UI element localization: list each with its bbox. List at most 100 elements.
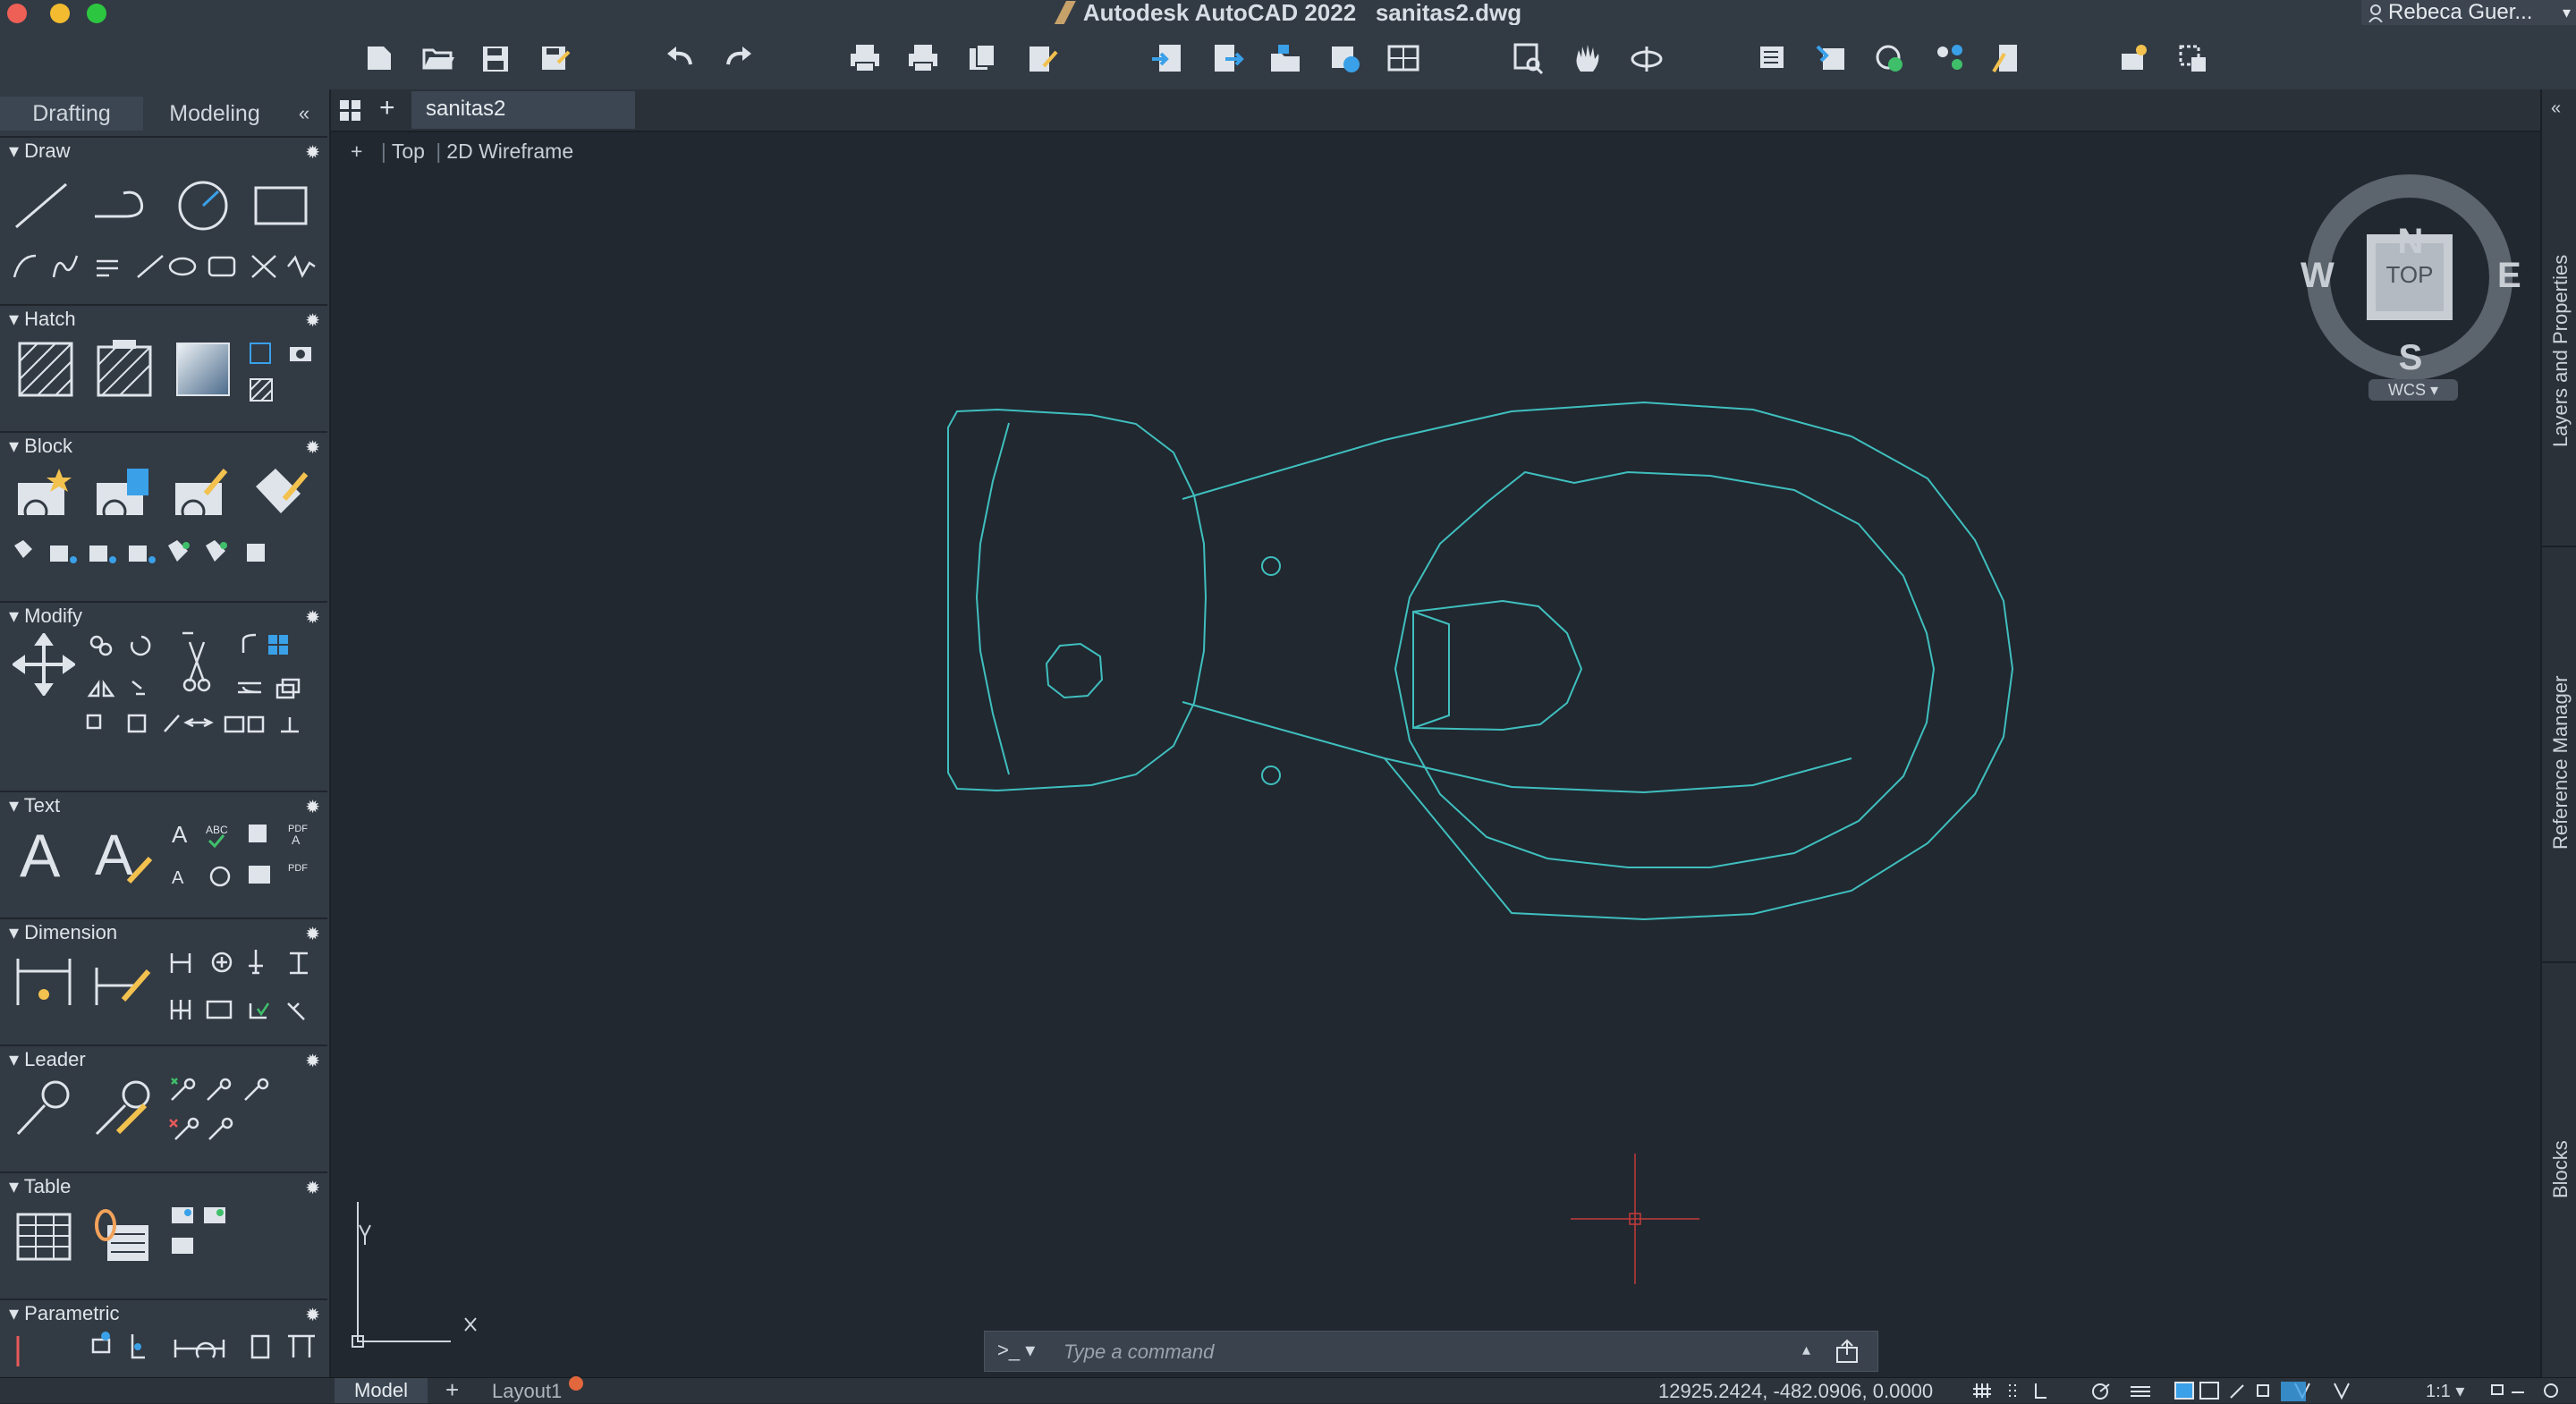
section-parametric-header[interactable]: ▾ Parametric bbox=[9, 1302, 120, 1325]
page-setup-icon[interactable] bbox=[964, 41, 1000, 75]
multiline-text-icon[interactable]: A bbox=[16, 823, 79, 885]
multileader-style-icon[interactable] bbox=[91, 1077, 154, 1139]
command-prompt-icon[interactable]: >_ ▾ bbox=[997, 1339, 1035, 1362]
circle-icon[interactable] bbox=[172, 179, 234, 233]
command-customize-icon[interactable] bbox=[1835, 1339, 1860, 1364]
share-icon[interactable] bbox=[1326, 41, 1362, 75]
gear-icon[interactable]: ✹ bbox=[305, 1177, 320, 1199]
start-tab-grid-icon[interactable] bbox=[338, 98, 363, 123]
zoom-window-icon[interactable] bbox=[1510, 41, 1546, 75]
wcs-menu[interactable]: WCS ▾ bbox=[2368, 379, 2458, 401]
compass-east[interactable]: E bbox=[2497, 256, 2521, 296]
import-icon[interactable] bbox=[1150, 41, 1186, 75]
move-icon[interactable] bbox=[13, 633, 75, 696]
section-draw-header[interactable]: ▾ Draw bbox=[9, 140, 71, 163]
gear-icon[interactable]: ✹ bbox=[305, 796, 320, 818]
gear-icon[interactable]: ✹ bbox=[305, 1050, 320, 1072]
hatch-tools-icons[interactable] bbox=[243, 338, 324, 406]
gear-icon[interactable]: ✹ bbox=[305, 1304, 320, 1326]
tab-sanitas2[interactable]: sanitas2 bbox=[411, 91, 635, 129]
layer-state-icon[interactable] bbox=[1814, 41, 1850, 75]
gear-icon[interactable]: ✹ bbox=[305, 606, 320, 629]
layer-isolate-icon[interactable] bbox=[1872, 41, 1908, 75]
single-line-text-icon[interactable]: A bbox=[93, 823, 156, 885]
attach-icon[interactable] bbox=[1267, 41, 1303, 75]
pan-hand-icon[interactable] bbox=[1570, 41, 1606, 75]
block-tools-row[interactable] bbox=[11, 537, 320, 572]
match-layer-icon[interactable] bbox=[1932, 41, 1968, 75]
section-leader-header[interactable]: ▾ Leader bbox=[9, 1048, 86, 1071]
command-input[interactable]: Type a command bbox=[1063, 1341, 1214, 1364]
command-history-chevron-up-icon[interactable]: ▴ bbox=[1802, 1341, 1810, 1359]
tab-model[interactable]: Model bbox=[335, 1378, 428, 1403]
viewcube[interactable]: N S W E TOP WCS ▾ bbox=[2290, 168, 2531, 436]
gradient-icon[interactable] bbox=[172, 338, 234, 401]
save-as-icon[interactable] bbox=[537, 41, 572, 75]
create-block-icon[interactable] bbox=[13, 463, 75, 524]
gear-icon[interactable]: ✹ bbox=[305, 141, 320, 164]
export-icon[interactable] bbox=[1209, 41, 1245, 75]
plot-icon[interactable] bbox=[847, 41, 883, 75]
section-block-header[interactable]: ▾ Block bbox=[9, 435, 72, 458]
orbit-icon[interactable] bbox=[1629, 41, 1665, 75]
drafting-toggles[interactable] bbox=[1973, 1380, 2438, 1401]
gear-icon[interactable]: ✹ bbox=[305, 436, 320, 459]
leader-tools-grid[interactable] bbox=[168, 1077, 275, 1148]
multileader-icon[interactable] bbox=[13, 1077, 75, 1139]
line-icon[interactable] bbox=[11, 179, 73, 233]
attribute-icon[interactable] bbox=[249, 463, 311, 524]
expand-palettes-button[interactable]: « bbox=[2551, 98, 2561, 119]
sheet-set-icon[interactable] bbox=[1385, 41, 1421, 75]
drawing-viewport[interactable]: + | Top | 2D Wireframe N S W E TOP WCS ▾ bbox=[331, 132, 2540, 1377]
edit-block-icon[interactable] bbox=[170, 463, 233, 524]
compass-south[interactable]: S bbox=[2290, 338, 2531, 378]
rectangle-icon[interactable] bbox=[250, 179, 313, 233]
tab-layout1[interactable]: Layout1 bbox=[492, 1380, 562, 1403]
status-bar-tools[interactable] bbox=[2488, 1380, 2574, 1401]
viewcube-top-face[interactable]: TOP bbox=[2367, 261, 2453, 289]
modify-tools-grid[interactable] bbox=[86, 630, 327, 764]
data-link-icon[interactable] bbox=[91, 1204, 154, 1266]
tab-drafting[interactable]: Drafting bbox=[0, 97, 143, 131]
publish-icon[interactable] bbox=[1024, 41, 1060, 75]
gear-icon[interactable]: ✹ bbox=[305, 923, 320, 945]
open-file-icon[interactable] bbox=[420, 41, 456, 75]
section-hatch-header[interactable]: ▾ Hatch bbox=[9, 308, 76, 331]
layer-properties-icon[interactable] bbox=[1755, 41, 1791, 75]
dimension-tools-grid[interactable] bbox=[168, 946, 326, 1039]
add-layout-plus-icon[interactable]: + bbox=[445, 1378, 459, 1401]
properties-icon[interactable] bbox=[1990, 41, 2026, 75]
section-modify-header[interactable]: ▾ Modify bbox=[9, 605, 82, 628]
hatch-edit-icon[interactable] bbox=[93, 338, 156, 401]
section-dimension-header[interactable]: ▾ Dimension bbox=[9, 921, 117, 944]
quick-select-icon[interactable] bbox=[2175, 41, 2211, 75]
new-file-icon[interactable] bbox=[362, 41, 398, 75]
text-tools-grid[interactable]: A ABC PDFAA PDF bbox=[168, 819, 326, 912]
dimension-icon[interactable] bbox=[13, 950, 75, 1012]
coordinates-readout[interactable]: 12925.2424, -482.0906, 0.0000 bbox=[1658, 1380, 1933, 1403]
insert-block-icon[interactable] bbox=[91, 463, 154, 524]
batch-plot-icon[interactable] bbox=[905, 41, 941, 75]
undo-icon[interactable] bbox=[662, 41, 698, 75]
new-tab-plus-icon[interactable]: + bbox=[379, 93, 395, 123]
polyline-icon[interactable] bbox=[89, 179, 152, 233]
section-text-header[interactable]: ▾ Text bbox=[9, 794, 60, 817]
user-account-menu[interactable]: Rebeca Guer... ▾ bbox=[2361, 0, 2576, 27]
layers-and-properties-palette-tab[interactable]: Layers and Properties bbox=[2549, 255, 2572, 447]
collapse-panel-button[interactable]: « bbox=[288, 97, 320, 131]
blocks-palette-tab[interactable]: Blocks bbox=[2549, 1140, 2572, 1198]
table-tools-grid[interactable] bbox=[168, 1204, 231, 1266]
draw-tools-row[interactable] bbox=[11, 250, 320, 283]
table-icon[interactable] bbox=[13, 1204, 75, 1266]
hatch-icon[interactable] bbox=[14, 338, 77, 401]
parametric-tools-row[interactable] bbox=[11, 1331, 324, 1384]
save-icon[interactable] bbox=[478, 41, 513, 75]
dimension-style-icon[interactable] bbox=[91, 950, 154, 1012]
measure-icon[interactable] bbox=[2116, 41, 2152, 75]
gear-icon[interactable]: ✹ bbox=[305, 309, 320, 332]
section-table-header[interactable]: ▾ Table bbox=[9, 1175, 71, 1198]
tab-modeling[interactable]: Modeling bbox=[152, 97, 277, 131]
reference-manager-palette-tab[interactable]: Reference Manager bbox=[2549, 676, 2572, 850]
redo-icon[interactable] bbox=[721, 41, 757, 75]
compass-west[interactable]: W bbox=[2301, 256, 2334, 296]
